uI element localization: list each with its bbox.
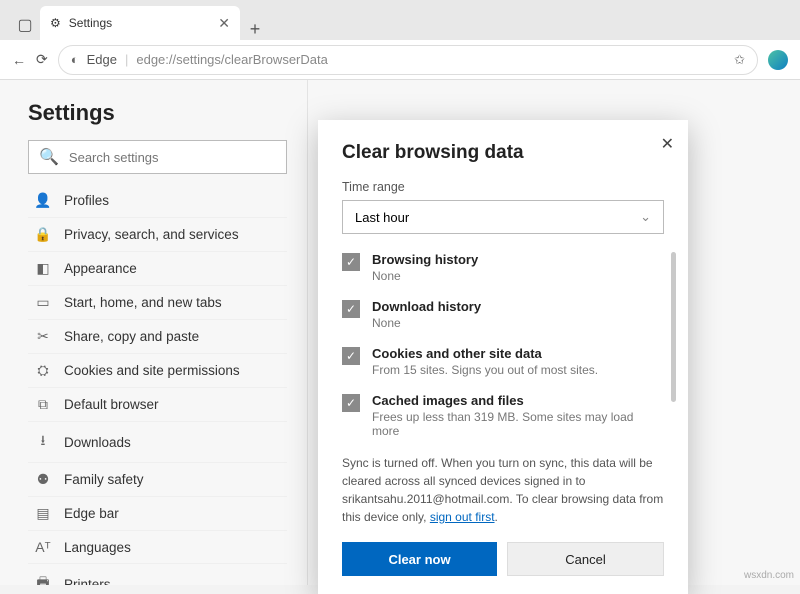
- checkbox-row: ✓ Download history None: [342, 299, 664, 330]
- sidebar-item[interactable]: 🔒 Privacy, search, and services: [28, 218, 287, 252]
- sidebar-item[interactable]: 👤 Profiles: [28, 184, 287, 218]
- settings-sidebar: Settings 🔍 👤 Profiles 🔒 Privacy, search, an…: [0, 80, 308, 585]
- checkbox-row: ✓ Browsing history None: [342, 252, 664, 283]
- browser-tab[interactable]: ⚙ Settings ✕: [40, 6, 240, 40]
- search-input[interactable]: [69, 150, 276, 165]
- checkbox[interactable]: ✓: [342, 347, 360, 365]
- sidebar-item[interactable]: ⭳ Downloads: [28, 422, 287, 463]
- back-button[interactable]: ←: [12, 52, 26, 68]
- nav-icon: 👤: [34, 192, 52, 209]
- nav-label: Appearance: [64, 261, 137, 276]
- clear-browsing-data-dialog: ✕ Clear browsing data Time range Last ho…: [318, 120, 688, 594]
- toolbar: ← ⟳ ◐ Edge | edge://settings/clearBrowse…: [0, 40, 800, 80]
- nav-icon: ⚉: [34, 471, 52, 488]
- checkbox[interactable]: ✓: [342, 300, 360, 318]
- search-settings[interactable]: 🔍: [28, 140, 287, 174]
- edge-icon: ◐: [71, 52, 79, 67]
- nav-icon: ⭳: [34, 430, 52, 454]
- favorite-icon[interactable]: ✩: [734, 52, 745, 68]
- nav-label: Downloads: [64, 435, 131, 450]
- checkbox[interactable]: ✓: [342, 253, 360, 271]
- nav-label: Languages: [64, 540, 131, 555]
- sidebar-item[interactable]: ▭ Start, home, and new tabs: [28, 286, 287, 320]
- time-range-value: Last hour: [355, 210, 409, 225]
- option-desc: None: [372, 269, 478, 283]
- checkbox[interactable]: ✓: [342, 394, 360, 412]
- option-desc: From 15 sites. Signs you out of most sit…: [372, 363, 598, 377]
- nav-icon: ⛭: [34, 362, 52, 379]
- nav-icon: ▭: [34, 294, 52, 311]
- close-dialog-icon[interactable]: ✕: [661, 134, 674, 154]
- scrollbar-handle[interactable]: [671, 252, 676, 402]
- sidebar-item[interactable]: ✂ Share, copy and paste: [28, 320, 287, 354]
- watermark: wsxdn.com: [744, 570, 794, 581]
- nav-label: Privacy, search, and services: [64, 227, 239, 242]
- nav-icon: 🖶: [34, 572, 52, 585]
- nav-label: Edge bar: [64, 506, 119, 521]
- nav-label: Profiles: [64, 193, 109, 208]
- sidebar-item[interactable]: ⚉ Family safety: [28, 463, 287, 497]
- refresh-button[interactable]: ⟳: [36, 51, 48, 68]
- nav-label: Share, copy and paste: [64, 329, 199, 344]
- page-title: Settings: [28, 100, 287, 126]
- url-text: edge://settings/clearBrowserData: [136, 52, 327, 67]
- sign-out-link[interactable]: sign out first: [430, 510, 495, 524]
- nav-label: Printers: [64, 577, 111, 586]
- search-icon: 🔍: [39, 147, 59, 167]
- nav-label: Default browser: [64, 397, 159, 412]
- sync-info-text: Sync is turned off. When you turn on syn…: [342, 454, 664, 526]
- sidebar-item[interactable]: ▤ Edge bar: [28, 497, 287, 531]
- sidebar-item[interactable]: ⧉ Default browser: [28, 388, 287, 422]
- nav-icon: ▤: [34, 505, 52, 522]
- profile-avatar[interactable]: [768, 50, 788, 70]
- nav-icon: ⧉: [34, 396, 52, 413]
- option-desc: None: [372, 316, 481, 330]
- nav-label: Start, home, and new tabs: [64, 295, 222, 310]
- option-desc: Frees up less than 319 MB. Some sites ma…: [372, 410, 664, 438]
- option-title: Cached images and files: [372, 393, 664, 408]
- checkbox-row: ✓ Cached images and files Frees up less th…: [342, 393, 664, 438]
- sidebar-item[interactable]: Aᵀ Languages: [28, 531, 287, 564]
- url-scheme-label: Edge: [87, 52, 117, 67]
- time-range-label: Time range: [342, 180, 664, 194]
- dialog-title: Clear browsing data: [342, 142, 664, 164]
- nav-icon: Aᵀ: [34, 539, 52, 555]
- nav-label: Family safety: [64, 472, 144, 487]
- tab-actions-icon[interactable]: ▢: [10, 10, 40, 40]
- nav-icon: 🔒: [34, 226, 52, 243]
- url-divider: |: [125, 52, 128, 67]
- nav-icon: ✂: [34, 328, 52, 345]
- address-bar[interactable]: ◐ Edge | edge://settings/clearBrowserDat…: [58, 45, 758, 75]
- sidebar-item[interactable]: ◧ Appearance: [28, 252, 287, 286]
- clear-now-button[interactable]: Clear now: [342, 542, 497, 576]
- title-bar: ▢ ⚙ Settings ✕ +: [0, 0, 800, 40]
- chevron-down-icon: ⌄: [640, 209, 651, 225]
- gear-icon: ⚙: [50, 16, 61, 30]
- close-tab-icon[interactable]: ✕: [218, 15, 230, 32]
- option-title: Download history: [372, 299, 481, 314]
- cancel-button[interactable]: Cancel: [507, 542, 664, 576]
- sidebar-item[interactable]: 🖶 Printers: [28, 564, 287, 585]
- nav-label: Cookies and site permissions: [64, 363, 240, 378]
- time-range-select[interactable]: Last hour ⌄: [342, 200, 664, 234]
- checkbox-row: ✓ Cookies and other site data From 15 site…: [342, 346, 664, 377]
- sidebar-item[interactable]: ⛭ Cookies and site permissions: [28, 354, 287, 388]
- nav-icon: ◧: [34, 260, 52, 277]
- option-title: Cookies and other site data: [372, 346, 598, 361]
- new-tab-button[interactable]: +: [240, 19, 270, 40]
- option-title: Browsing history: [372, 252, 478, 267]
- main-panel: ✕ Clear browsing data Time range Last ho…: [308, 80, 800, 585]
- tab-title: Settings: [69, 16, 112, 30]
